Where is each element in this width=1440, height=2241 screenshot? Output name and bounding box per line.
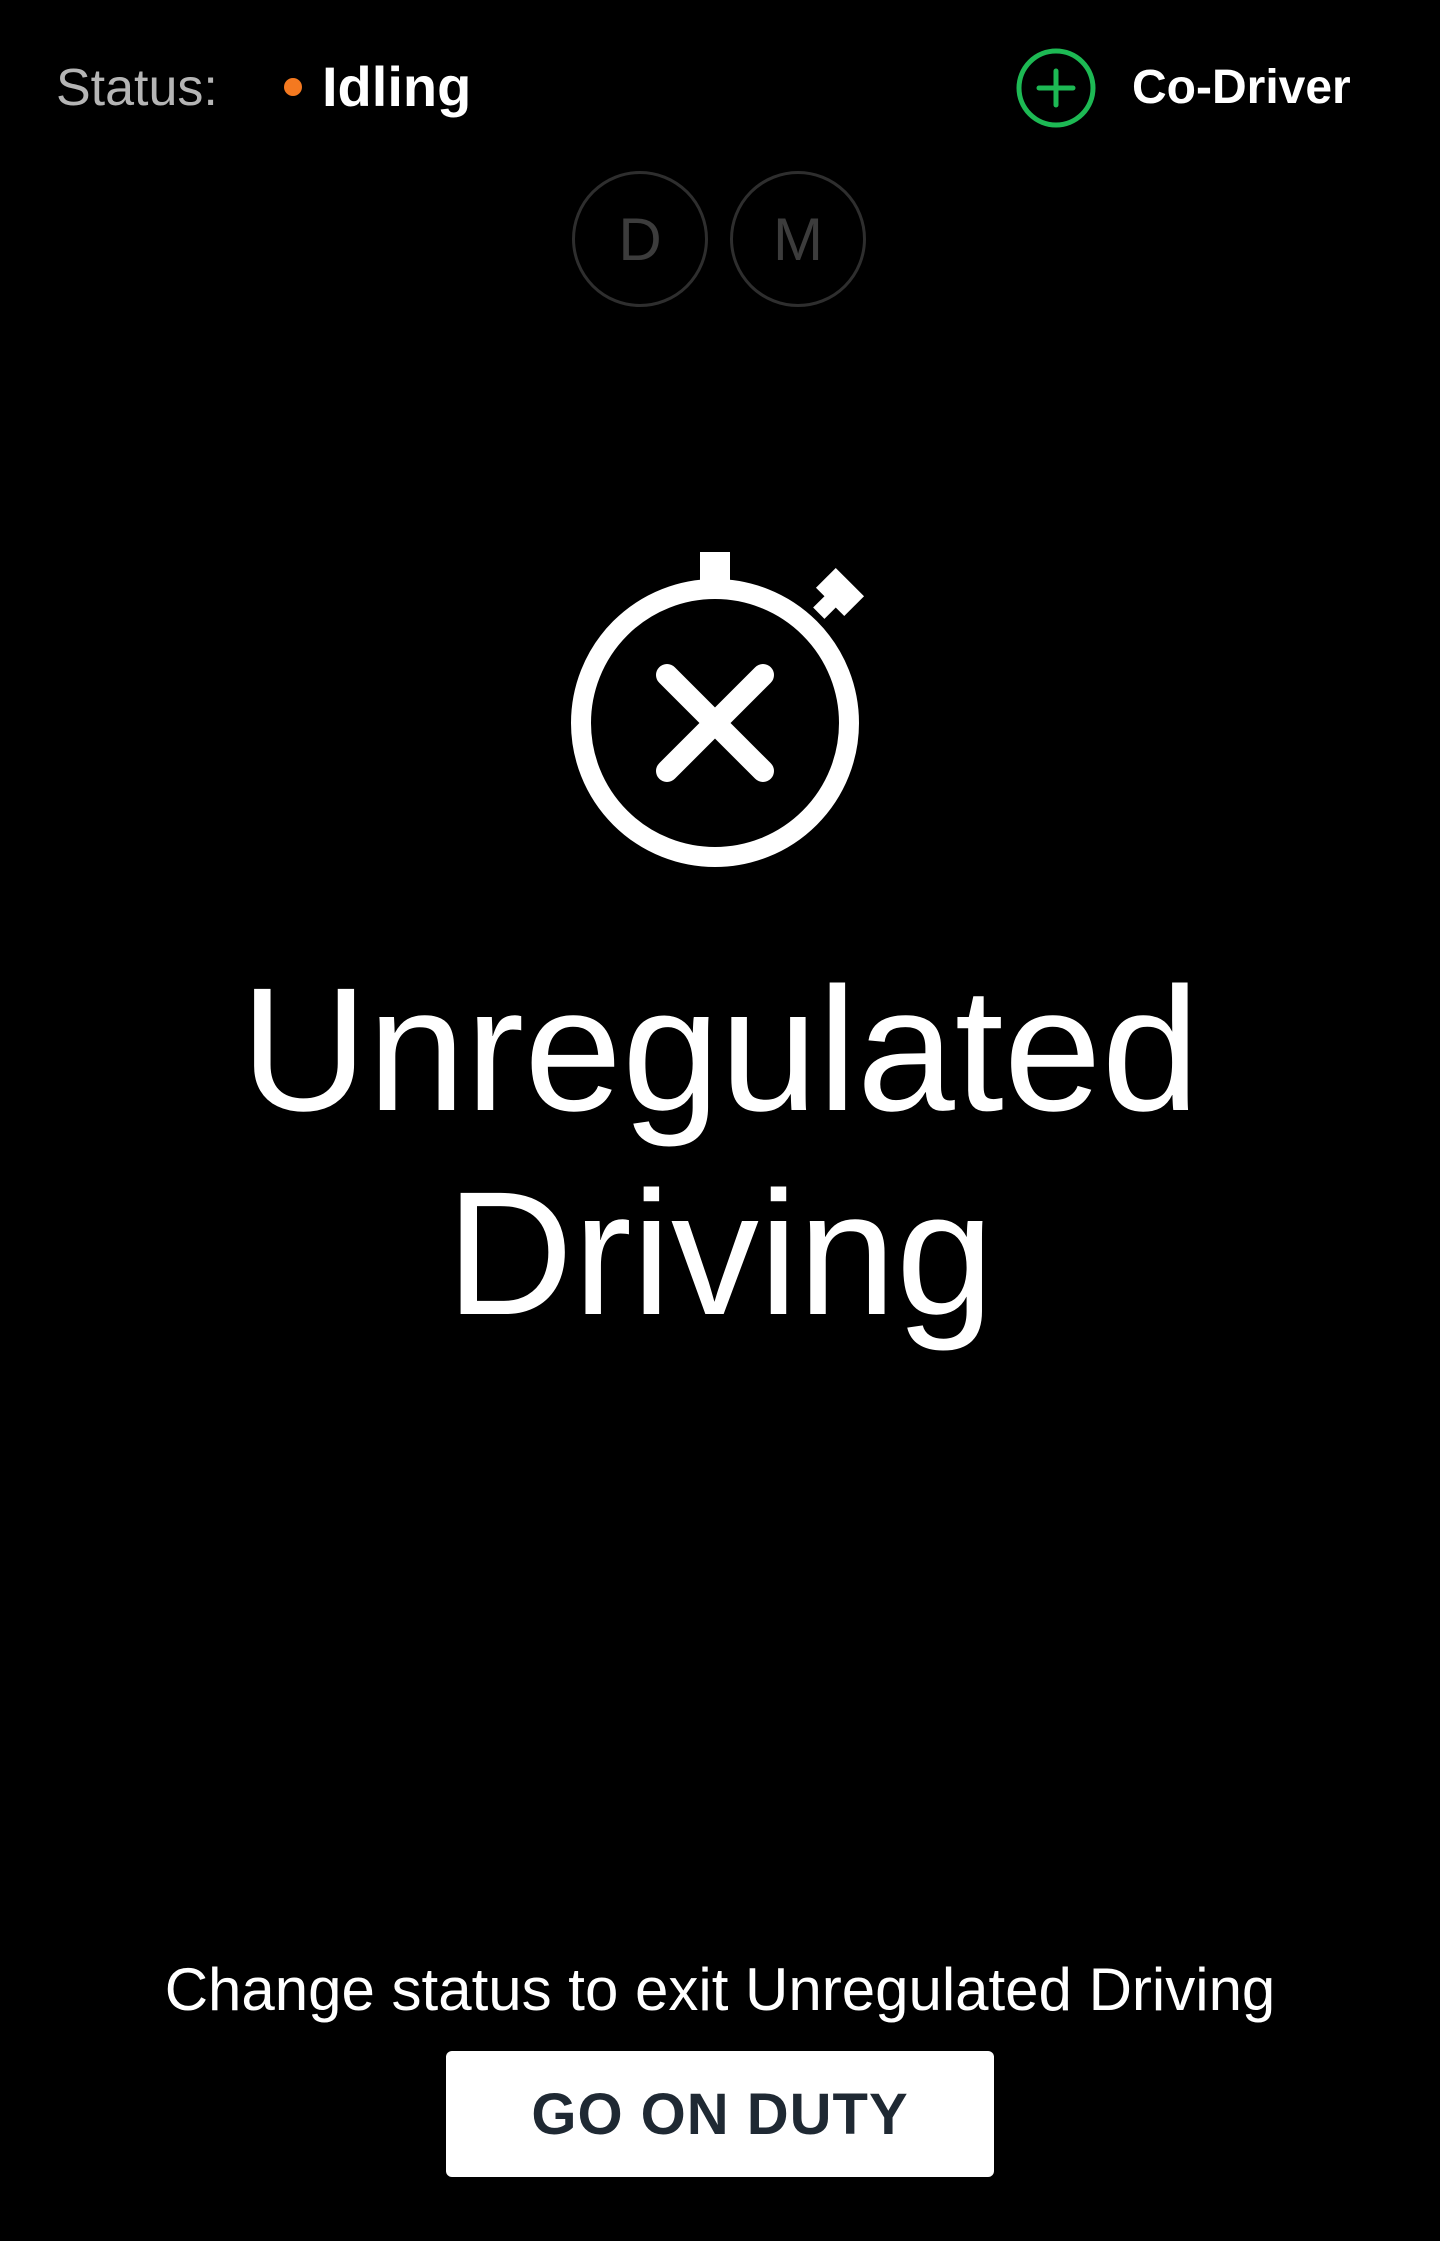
status-label: Status:	[56, 59, 218, 117]
unregulated-driving-screen: Status: Idling Co-Driver D M Unregulated…	[0, 0, 1440, 2241]
stopwatch-cancel-icon	[571, 552, 865, 867]
exit-instruction-text: Change status to exit Unregulated Drivin…	[164, 1956, 1276, 2023]
page-title: Unregulated Driving	[0, 948, 1440, 1356]
mode-m-button[interactable]: M	[730, 171, 866, 307]
co-driver-label: Co-Driver	[1132, 61, 1351, 114]
mode-d-button[interactable]: D	[572, 171, 708, 307]
page-title-line-1: Unregulated	[240, 952, 1200, 1148]
status-value: Idling	[322, 55, 472, 118]
co-driver-button[interactable]: Co-Driver	[1016, 44, 1351, 132]
status-indicator-dot	[284, 78, 302, 96]
go-on-duty-button[interactable]: GO ON DUTY	[446, 2051, 994, 2177]
page-title-line-2: Driving	[446, 1156, 994, 1352]
plus-circle-icon	[1016, 48, 1096, 128]
